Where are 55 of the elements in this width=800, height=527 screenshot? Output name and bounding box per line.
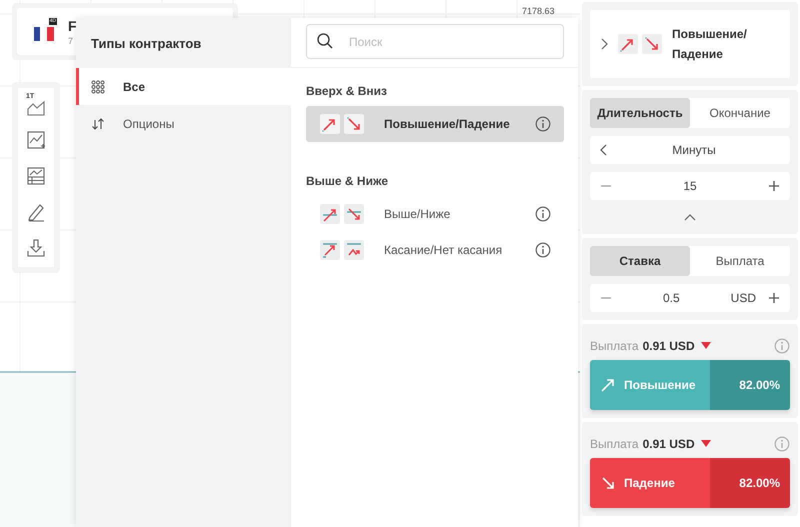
payout-label: Выплата (590, 437, 639, 451)
symbol-name: F (68, 18, 77, 34)
search-field[interactable]: Поиск (306, 24, 564, 59)
info-icon (535, 116, 551, 132)
price-label: 7178.63 (522, 6, 555, 16)
currency-label: USD (730, 291, 756, 305)
chevron-up-icon[interactable] (684, 213, 696, 221)
info-icon (774, 436, 790, 452)
caret-down-icon (700, 342, 711, 350)
trend-icon (320, 204, 340, 224)
purchase-button[interactable]: Падение 82.00% (590, 458, 790, 508)
contract-selector[interactable]: Повышение/Падение (590, 10, 790, 78)
contract-type-item[interactable]: Повышение/Падение (306, 106, 564, 142)
arrow-down-right-icon (600, 475, 616, 491)
payout-value: 0.91 USD (642, 437, 695, 451)
symbol-price: 7 (68, 36, 74, 46)
arrow-up-right-icon (600, 377, 616, 393)
group-heading: Вверх & Вниз (306, 83, 388, 100)
trend-icon (344, 114, 364, 134)
search-icon (316, 32, 334, 50)
dialog-title: Типы контрактов (90, 35, 202, 53)
group-heading: Выше & Ниже (306, 173, 389, 190)
payout-label: Выплата (590, 339, 639, 353)
info-icon (535, 206, 551, 222)
chevron-right-icon (600, 38, 608, 50)
info-icon (535, 242, 551, 258)
trend-icon (320, 114, 340, 134)
category-item[interactable]: Опционы (76, 105, 291, 142)
duration-unit-selector[interactable]: Минуты (590, 136, 790, 164)
segment-tab[interactable]: Длительность (590, 98, 690, 128)
contract-type-item[interactable]: Касание/Нет касания (306, 232, 564, 268)
segment-tab[interactable]: Ставка (590, 246, 690, 276)
area-chart-icon (26, 100, 46, 116)
trend-icon (618, 34, 638, 54)
stake-value[interactable]: 0.5 (612, 291, 731, 305)
contract-name: Повышение/Падение (672, 26, 748, 63)
trend-icon (344, 240, 364, 260)
pencil-icon[interactable] (26, 202, 46, 222)
grid-icon (91, 80, 105, 94)
template-icon[interactable] (26, 166, 46, 186)
trend-icon (642, 34, 662, 54)
plus-icon[interactable] (768, 292, 780, 304)
plus-icon[interactable] (768, 180, 780, 192)
purchase-button[interactable]: Повышение 82.00% (590, 360, 790, 410)
indicator-icon[interactable] (26, 130, 46, 150)
category-item[interactable]: Все (76, 68, 291, 105)
payout-value: 0.91 USD (642, 339, 695, 353)
trend-icon (344, 204, 364, 224)
info-icon (774, 338, 790, 354)
chevron-left-icon (600, 144, 608, 156)
up-down-arrows-icon (91, 116, 105, 130)
contract-type-item[interactable]: Выше/Ниже (306, 196, 564, 232)
caret-down-icon (700, 440, 711, 448)
download-icon[interactable] (26, 238, 46, 258)
trend-icon (320, 240, 340, 260)
